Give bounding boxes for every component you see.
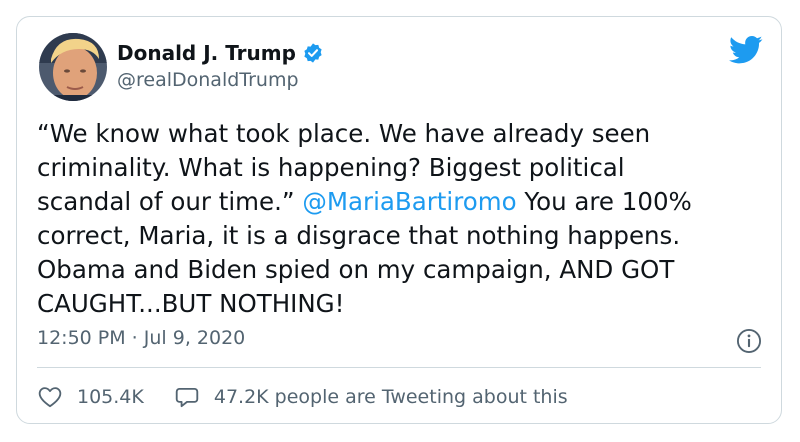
conversation-button[interactable]: 47.2K people are Tweeting about this [174, 384, 568, 410]
avatar[interactable] [39, 33, 107, 101]
name-row: Donald J. Trump [117, 39, 324, 67]
user-handle[interactable]: @realDonaldTrump [117, 69, 299, 91]
tweet-line-text: CAUGHT...BUT NOTHING! [37, 289, 345, 318]
tweet-line: criminality. What is happening? Biggest … [37, 151, 767, 185]
tweet-line-text: criminality. What is happening? Biggest … [37, 153, 625, 182]
tweet-line-text: You are 100% [516, 187, 692, 216]
heart-icon [38, 387, 62, 408]
tweet-line: Obama and Biden spied on my campaign, AN… [37, 253, 767, 287]
mention-link[interactable]: @MariaBartiromo [302, 187, 516, 216]
divider [37, 367, 761, 368]
engagement-bar: 105.4K 47.2K people are Tweeting about t… [37, 383, 598, 411]
tweet-timestamp[interactable]: 12:50 PM · Jul 9, 2020 [37, 327, 245, 349]
speech-bubble-icon [175, 387, 199, 408]
display-name[interactable]: Donald J. Trump [117, 41, 296, 65]
like-button[interactable]: 105.4K [37, 384, 144, 410]
tweet-line: correct, Maria, it is a disgrace that no… [37, 219, 767, 253]
tweet-text: “We know what took place. We have alread… [37, 117, 767, 321]
tweet-card[interactable]: Donald J. Trump @realDonaldTrump “We kno… [16, 16, 782, 424]
tweet-line-text: correct, Maria, it is a disgrace that no… [37, 221, 681, 250]
tweet-line-text: scandal of our time.” [37, 187, 303, 216]
tweet-line: CAUGHT...BUT NOTHING! [37, 287, 767, 321]
tweet-line-text: Obama and Biden spied on my campaign, AN… [37, 255, 675, 284]
verified-badge-icon [302, 42, 324, 64]
tweet-line: scandal of our time.” @MariaBartiromo Yo… [37, 185, 767, 219]
tweet-line: “We know what took place. We have alread… [37, 117, 767, 151]
twitter-bird-icon[interactable] [729, 35, 763, 65]
info-icon[interactable] [735, 327, 763, 355]
like-count: 105.4K [77, 386, 144, 408]
conversation-count: 47.2K people are Tweeting about this [213, 386, 568, 408]
tweet-line-text: “We know what took place. We have alread… [37, 119, 651, 148]
